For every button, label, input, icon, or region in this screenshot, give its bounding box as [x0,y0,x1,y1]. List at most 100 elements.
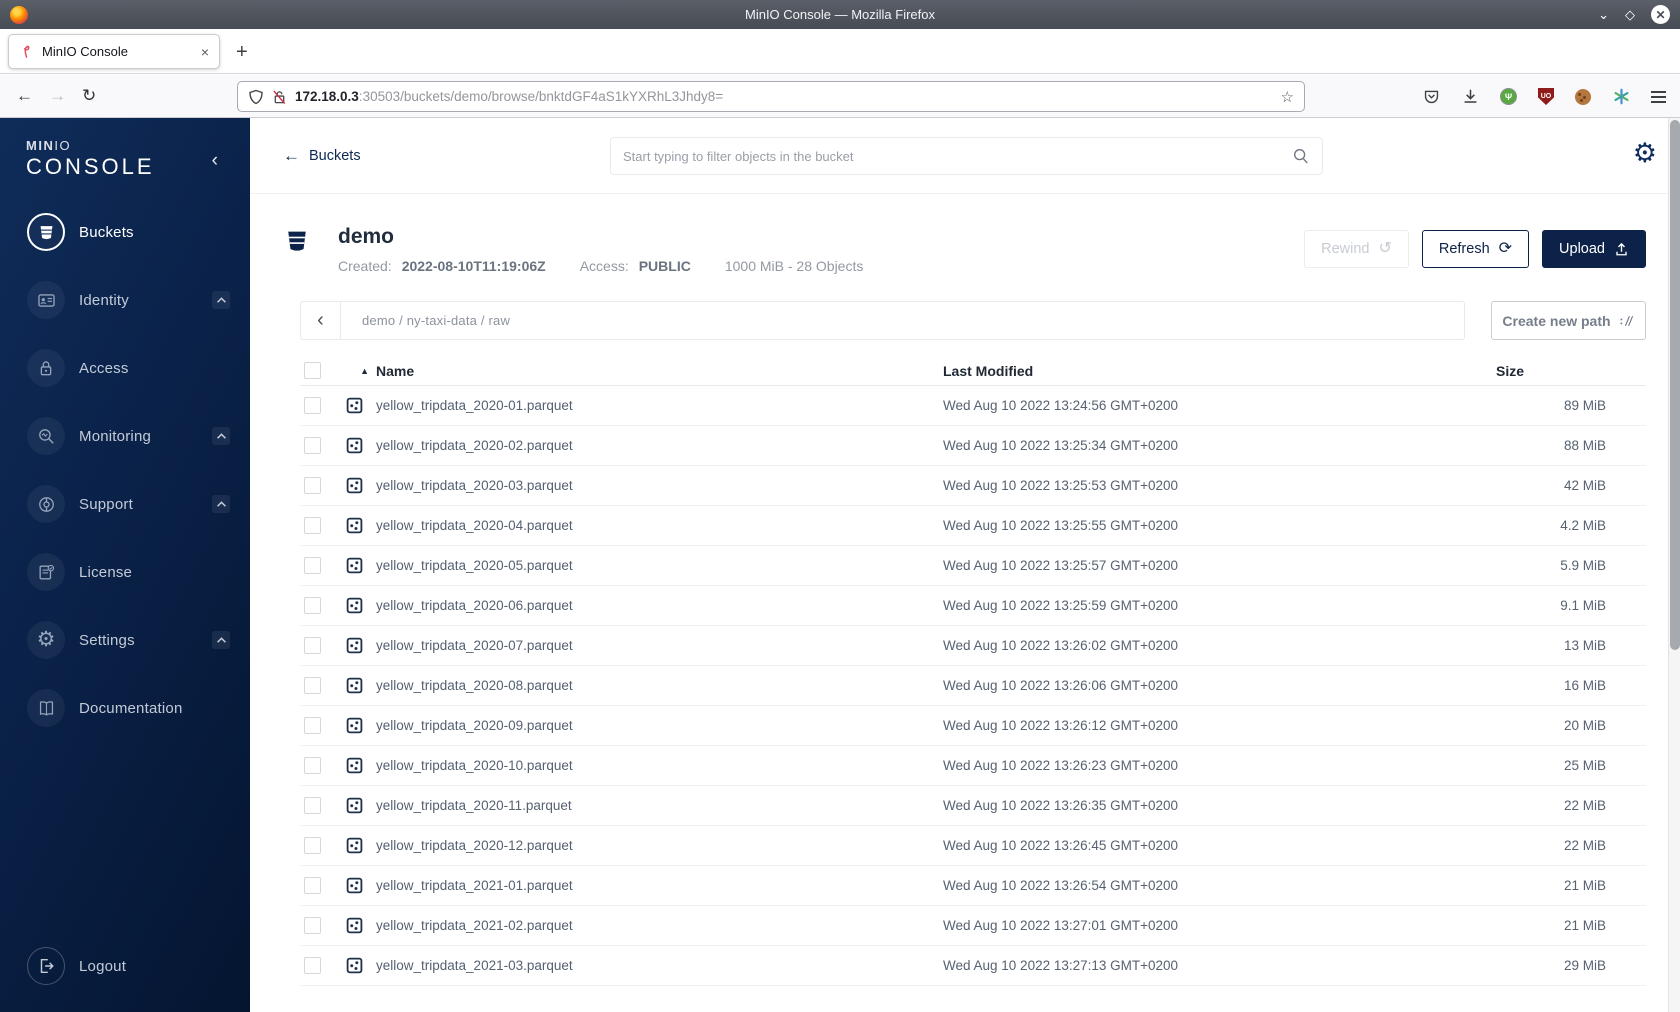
row-checkbox[interactable] [304,597,321,614]
browser-tab[interactable]: MinIO Console × [8,34,220,69]
row-checkbox[interactable] [304,877,321,894]
back-to-buckets-link[interactable]: ← Buckets [283,146,361,166]
object-name[interactable]: yellow_tripdata_2020-05.parquet [376,558,943,573]
rewind-button[interactable]: Rewind ↺ [1304,230,1409,268]
page-scrollbar[interactable] [1668,118,1680,1012]
object-name[interactable]: yellow_tripdata_2020-01.parquet [376,398,943,413]
sidebar-item[interactable]: ⚙ Settings [0,606,250,674]
object-name[interactable]: yellow_tripdata_2021-02.parquet [376,918,943,933]
object-name[interactable]: yellow_tripdata_2020-11.parquet [376,798,943,813]
table-row[interactable]: yellow_tripdata_2020-07.parquet Wed Aug … [300,626,1646,666]
forward-button[interactable]: → [49,86,66,106]
sidebar-item[interactable]: Identity [0,266,250,334]
sidebar-item[interactable]: Access [0,334,250,402]
object-name[interactable]: yellow_tripdata_2020-04.parquet [376,518,943,533]
row-checkbox[interactable] [304,957,321,974]
object-name[interactable]: yellow_tripdata_2021-03.parquet [376,958,943,973]
table-row[interactable]: yellow_tripdata_2020-06.parquet Wed Aug … [300,586,1646,626]
object-last-modified: Wed Aug 10 2022 13:25:55 GMT+0200 [943,518,1179,533]
sidebar-item-logout[interactable]: Logout [0,932,250,1000]
table-row[interactable]: yellow_tripdata_2020-10.parquet Wed Aug … [300,746,1646,786]
tracking-shield-icon[interactable] [248,89,264,105]
object-name[interactable]: yellow_tripdata_2020-10.parquet [376,758,943,773]
window-minimize-button[interactable]: ⌄ [1598,8,1609,21]
refresh-button[interactable]: Refresh ⟳ [1421,230,1530,268]
sidebar-collapse-icon[interactable]: ‹ [212,150,218,172]
row-checkbox[interactable] [304,717,321,734]
url-bar[interactable]: 172.18.0.3:30503/buckets/demo/browse/bnk… [237,81,1305,112]
object-name[interactable]: yellow_tripdata_2020-08.parquet [376,678,943,693]
sidebar-item[interactable]: Monitoring [0,402,250,470]
object-size: 13 MiB [1563,638,1606,653]
window-close-button[interactable]: ✕ [1651,5,1670,24]
select-all-checkbox[interactable] [304,362,321,379]
pocket-icon[interactable] [1422,88,1440,106]
table-row[interactable]: yellow_tripdata_2020-08.parquet Wed Aug … [300,666,1646,706]
back-button[interactable]: ← [16,86,33,106]
sidebar-item[interactable]: Support [0,470,250,538]
row-checkbox[interactable] [304,397,321,414]
table-row[interactable]: yellow_tripdata_2020-12.parquet Wed Aug … [300,826,1646,866]
row-checkbox[interactable] [304,797,321,814]
scrollbar-thumb[interactable] [1670,120,1680,650]
object-name[interactable]: yellow_tripdata_2020-02.parquet [376,438,943,453]
bookmark-star-icon[interactable]: ☆ [1281,88,1294,106]
extension-asterisk-icon[interactable] [1612,88,1630,106]
downloads-icon[interactable] [1461,88,1479,106]
row-checkbox[interactable] [304,637,321,654]
row-checkbox[interactable] [304,917,321,934]
column-header-size[interactable]: Size [1496,363,1646,379]
chevron-up-icon[interactable] [212,495,230,513]
table-row[interactable]: yellow_tripdata_2020-03.parquet Wed Aug … [300,466,1646,506]
chevron-up-icon[interactable] [212,291,230,309]
new-tab-button[interactable]: + [236,41,248,64]
table-row[interactable]: yellow_tripdata_2020-04.parquet Wed Aug … [300,506,1646,546]
create-new-path-button[interactable]: Create new path [1491,301,1646,340]
table-row[interactable]: yellow_tripdata_2020-01.parquet Wed Aug … [300,386,1646,426]
column-header-modified[interactable]: Last Modified [943,363,1496,379]
sidebar-item[interactable]: Documentation [0,674,250,742]
row-checkbox[interactable] [304,517,321,534]
object-name[interactable]: yellow_tripdata_2020-12.parquet [376,838,943,853]
object-name[interactable]: yellow_tripdata_2020-03.parquet [376,478,943,493]
sidebar-item[interactable]: Buckets [0,198,250,266]
row-checkbox[interactable] [304,557,321,574]
window-maximize-button[interactable]: ◇ [1625,8,1635,21]
row-checkbox[interactable] [304,437,321,454]
table-row[interactable]: yellow_tripdata_2021-03.parquet Wed Aug … [300,946,1646,986]
breadcrumb[interactable]: demo / ny-taxi-data / raw [362,313,510,328]
tab-close-icon[interactable]: × [201,44,209,60]
settings-gear-icon[interactable]: ⚙ [1633,140,1657,167]
table-row[interactable]: yellow_tripdata_2021-02.parquet Wed Aug … [300,906,1646,946]
privacy-badger-icon[interactable]: Ψ [1500,88,1517,105]
object-name[interactable]: yellow_tripdata_2020-06.parquet [376,598,943,613]
table-row[interactable]: yellow_tripdata_2020-02.parquet Wed Aug … [300,426,1646,466]
sidebar-item[interactable]: License [0,538,250,606]
sort-ascending-icon[interactable]: ▲ [346,366,376,376]
column-header-name[interactable]: Name [376,363,943,379]
row-checkbox[interactable] [304,477,321,494]
object-name[interactable]: yellow_tripdata_2020-09.parquet [376,718,943,733]
object-filter-input[interactable] [623,148,1292,164]
table-row[interactable]: yellow_tripdata_2020-11.parquet Wed Aug … [300,786,1646,826]
insecure-lock-icon[interactable] [272,89,287,105]
table-row[interactable]: yellow_tripdata_2021-01.parquet Wed Aug … [300,866,1646,906]
chevron-up-icon[interactable] [212,427,230,445]
row-checkbox[interactable] [304,677,321,694]
object-size: 22 MiB [1563,838,1606,853]
cookie-extension-icon[interactable] [1575,88,1591,105]
reload-button[interactable]: ↻ [82,86,96,106]
row-checkbox[interactable] [304,837,321,854]
table-row[interactable]: yellow_tripdata_2020-05.parquet Wed Aug … [300,546,1646,586]
upload-button[interactable]: Upload [1542,230,1646,268]
row-checkbox[interactable] [304,757,321,774]
ublock-origin-icon[interactable]: UO [1538,88,1554,105]
object-name[interactable]: yellow_tripdata_2020-07.parquet [376,638,943,653]
path-back-chevron[interactable]: ‹ [301,302,341,339]
chevron-up-icon[interactable] [212,631,230,649]
table-row[interactable]: yellow_tripdata_2020-09.parquet Wed Aug … [300,706,1646,746]
url-path: :30503/buckets/demo/browse/bnktdGF4aS1kY… [358,89,724,104]
url-host: 172.18.0.3 [295,89,359,104]
object-name[interactable]: yellow_tripdata_2021-01.parquet [376,878,943,893]
menu-hamburger-icon[interactable] [1651,90,1666,103]
